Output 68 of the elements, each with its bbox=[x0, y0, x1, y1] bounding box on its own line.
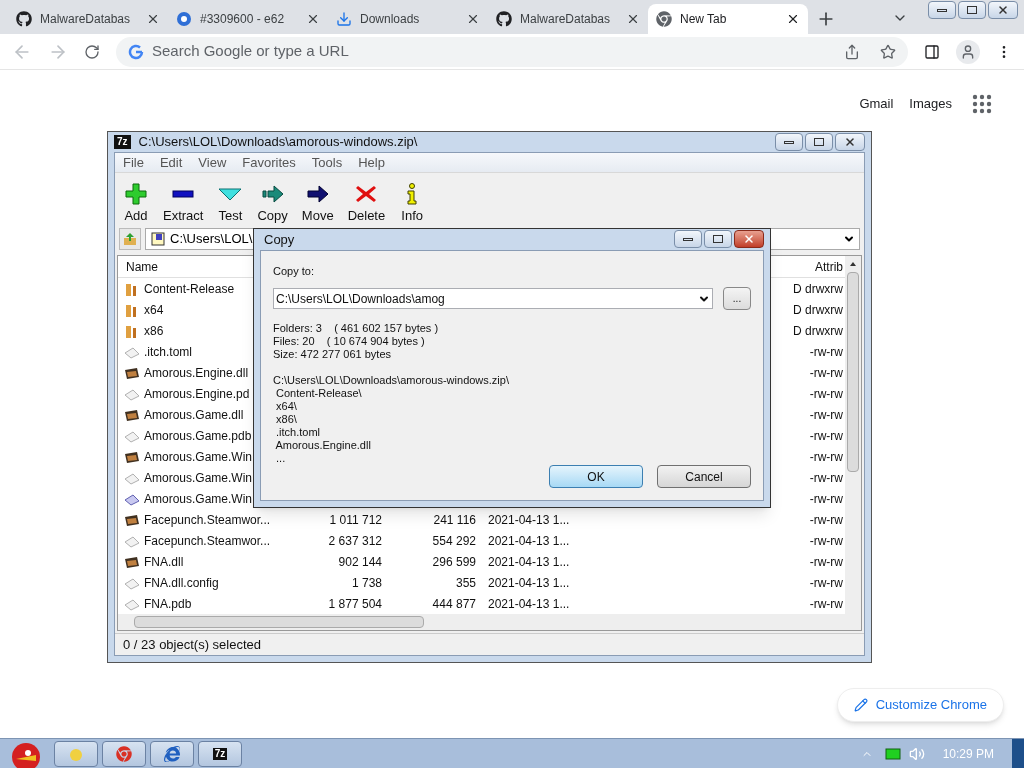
attrib-cell-text: -rw-rw bbox=[808, 448, 844, 466]
item-path: ... bbox=[275, 452, 287, 465]
tab-title: New Tab bbox=[680, 11, 727, 28]
packed-cell: 444 877 bbox=[432, 596, 476, 611]
file-name: Amorous.Game.pdb bbox=[144, 427, 252, 445]
packed-cell: 296 599 bbox=[432, 554, 476, 569]
attrib-cell-text: -rw-rw bbox=[808, 364, 844, 382]
modified-cell: 2021-04-13 1... bbox=[488, 512, 570, 527]
size-cell: 2 637 312 bbox=[328, 533, 382, 548]
stats-line: Files: 20 ( 10 674 904 bytes ) bbox=[273, 335, 426, 348]
file-name: FNA.pdb bbox=[144, 595, 192, 613]
app-logo: 7z bbox=[212, 747, 228, 760]
size-cell: 1 738 bbox=[351, 575, 382, 590]
attrib-cell-text: D drwxrw bbox=[792, 322, 844, 340]
packed-cell: 241 116 bbox=[433, 512, 476, 527]
attrib-cell-text: -rw-rw bbox=[808, 511, 844, 529]
tab-title: #3309600 - e62 bbox=[200, 11, 285, 28]
file-name: Facepunch.Steamwor... bbox=[144, 511, 271, 529]
size-cell: 902 144 bbox=[338, 554, 382, 569]
modified-cell: 2021-04-13 1... bbox=[488, 596, 570, 611]
attrib-cell-text: -rw-rw bbox=[808, 595, 844, 613]
file-name: Amorous.Game.Win bbox=[144, 448, 253, 466]
item-path: Content-Release\ bbox=[275, 387, 363, 400]
modified-cell: 2021-04-13 1... bbox=[488, 554, 570, 569]
dialog-title: Copy bbox=[263, 230, 296, 249]
file-name: .itch.toml bbox=[144, 343, 192, 361]
file-name: Amorous.Game.Win bbox=[144, 490, 253, 508]
file-name: Amorous.Engine.pd bbox=[144, 385, 250, 403]
attrib-cell-text: -rw-rw bbox=[808, 427, 844, 445]
attrib-cell-text: -rw-rw bbox=[808, 553, 844, 571]
file-name: Content-Release bbox=[144, 280, 235, 298]
modified-cell: 2021-04-13 1... bbox=[488, 575, 570, 590]
status-text: 0 / 23 object(s) selected bbox=[123, 635, 262, 654]
file-name: x64 bbox=[144, 301, 164, 319]
tab-title: MalwareDatabas bbox=[40, 11, 131, 28]
stats-line: Size: 472 277 061 bytes bbox=[273, 348, 393, 361]
size-cell: 1 011 712 bbox=[329, 512, 382, 527]
attrib-cell-text: -rw-rw bbox=[808, 574, 844, 592]
item-path: C:\Users\LOL\Downloads\amorous-windows.zip\ bbox=[273, 374, 510, 387]
tab-title: Downloads bbox=[360, 11, 420, 28]
modified-cell: 2021-04-13 1... bbox=[488, 533, 570, 548]
attrib-cell-text: -rw-rw bbox=[808, 490, 844, 508]
app-logo: 7z bbox=[114, 135, 131, 149]
file-name: FNA.dll bbox=[144, 553, 184, 571]
attrib-cell-text: -rw-rw bbox=[808, 385, 844, 403]
stats-line: Folders: 3 ( 461 602 157 bytes ) bbox=[273, 322, 440, 335]
item-path: .itch.toml bbox=[275, 426, 322, 439]
file-name: x86 bbox=[144, 322, 164, 340]
item-path: x86\ bbox=[275, 413, 298, 426]
size-cell: 1 877 504 bbox=[328, 596, 382, 611]
file-name: Amorous.Game.Win bbox=[144, 469, 253, 487]
file-name: FNA.dll.config bbox=[144, 574, 219, 592]
packed-cell: 554 292 bbox=[432, 533, 476, 548]
window-title: C:\Users\LOL\Downloads\amorous-windows.zip\ bbox=[138, 133, 419, 152]
item-path: Amorous.Engine.dll bbox=[274, 439, 372, 452]
item-path: x64\ bbox=[275, 400, 298, 413]
file-name: Facepunch.Steamwor... bbox=[144, 532, 271, 550]
attrib-cell-text: -rw-rw bbox=[808, 343, 844, 361]
attrib-cell-text: D drwxrw bbox=[792, 280, 844, 298]
attrib-cell-text: -rw-rw bbox=[808, 406, 844, 424]
attrib-cell-text: -rw-rw bbox=[808, 469, 844, 487]
tab-title: MalwareDatabas bbox=[520, 11, 611, 28]
attrib-cell-text: D drwxrw bbox=[792, 301, 844, 319]
file-name: Amorous.Game.dll bbox=[144, 406, 244, 424]
field-label: Copy to: bbox=[273, 263, 315, 279]
packed-cell: 355 bbox=[455, 575, 476, 590]
file-name: Amorous.Engine.dll bbox=[144, 364, 249, 382]
attrib-cell-text: -rw-rw bbox=[808, 532, 844, 550]
